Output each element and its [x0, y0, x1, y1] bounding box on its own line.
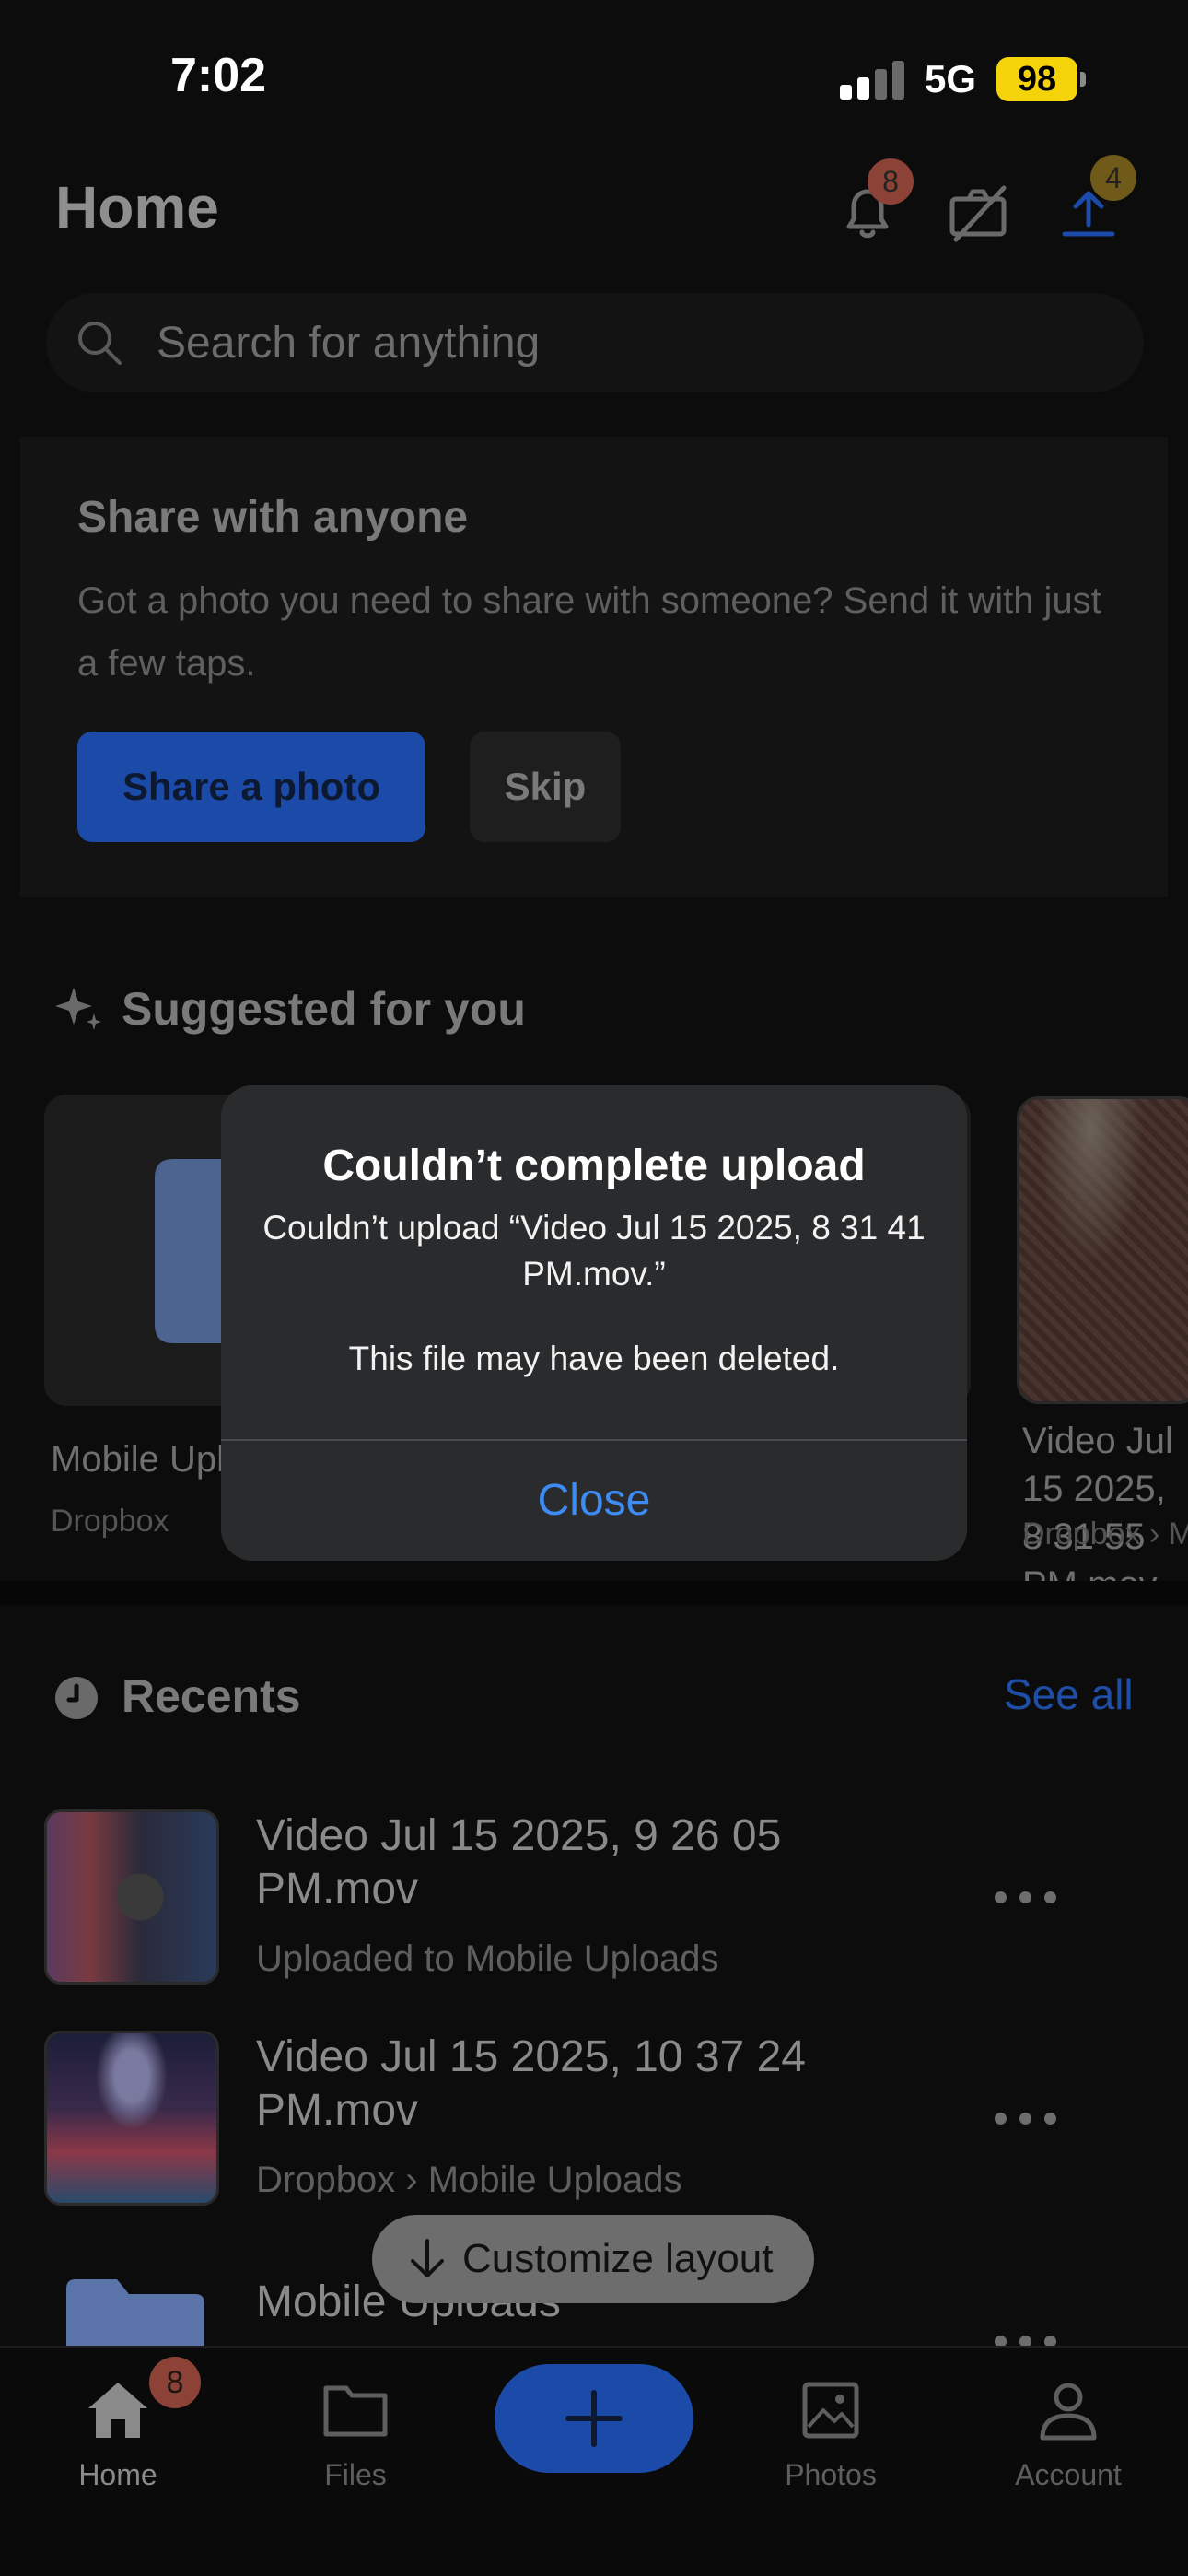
- share-photo-button[interactable]: Share a photo: [77, 732, 425, 842]
- dialog-close-button[interactable]: Close: [221, 1441, 967, 1561]
- more-options-button[interactable]: [995, 2322, 1059, 2346]
- cellular-signal-icon: [840, 61, 906, 100]
- share-card: Share with anyone Got a photo you need t…: [20, 437, 1168, 897]
- camera-off-icon: [949, 185, 1007, 242]
- status-time: 7:02: [170, 49, 267, 102]
- dialog-message: Couldn’t upload “Video Jul 15 2025, 8 31…: [262, 1209, 926, 1293]
- share-card-title: Share with anyone: [77, 493, 469, 542]
- tab-photos[interactable]: Photos: [739, 2366, 923, 2504]
- video-thumbnail: [44, 2031, 219, 2206]
- clock-icon: [55, 1677, 98, 1719]
- recent-item[interactable]: Video Jul 15 2025, 9 26 05 PM.mov Upload…: [0, 1809, 1188, 2003]
- home-icon: [88, 2383, 147, 2438]
- create-button[interactable]: [495, 2364, 693, 2473]
- more-options-button[interactable]: [995, 1878, 1059, 1914]
- recent-item-subtitle: Uploaded to Mobile Uploads: [256, 1938, 719, 1979]
- suggested-item-name: Mobile Uploads: [51, 1439, 226, 1480]
- notifications-badge: 8: [868, 158, 914, 205]
- section-divider: [0, 1581, 1188, 1605]
- account-icon: [1040, 2383, 1097, 2441]
- photos-icon: [802, 2382, 859, 2439]
- battery-icon: 98: [996, 57, 1077, 101]
- search-input[interactable]: [157, 293, 1114, 392]
- search-bar[interactable]: [46, 293, 1144, 392]
- suggested-video-location: Dropbox › Mobile Uploads: [1022, 1516, 1188, 1551]
- see-all-link[interactable]: See all: [1004, 1669, 1134, 1719]
- recent-item[interactable]: Video Jul 15 2025, 10 37 24 PM.mov Dropb…: [0, 2031, 1188, 2224]
- page-title: Home: [55, 174, 219, 240]
- arrow-down-icon: [411, 2239, 444, 2277]
- camera-uploads-off-button[interactable]: [941, 175, 1015, 249]
- network-type: 5G: [925, 57, 977, 100]
- tab-files[interactable]: Files: [263, 2366, 448, 2504]
- suggested-item-location: Dropbox: [51, 1504, 169, 1539]
- dialog-message-detail: This file may have been deleted.: [348, 1340, 840, 1377]
- sparkle-icon: [55, 988, 101, 1030]
- recent-item-name: Video Jul 15 2025, 10 37 24 PM.mov: [256, 2032, 806, 2135]
- video-thumbnail: [1019, 1099, 1188, 1401]
- suggested-card-video[interactable]: [1017, 1096, 1188, 1404]
- home-tab-badge: 8: [149, 2357, 201, 2408]
- customize-layout-label: Customize layout: [462, 2236, 774, 2281]
- suggested-title: Suggested for you: [122, 983, 526, 1035]
- recents-title: Recents: [122, 1670, 301, 1722]
- dialog-title: Couldn’t complete upload: [322, 1142, 866, 1190]
- upload-error-dialog: Couldn’t complete upload Couldn’t upload…: [221, 1085, 967, 1561]
- status-bar: 7:02 5G 98: [0, 0, 1188, 157]
- tab-account-label: Account: [1015, 2458, 1122, 2491]
- share-card-description: Got a photo you need to share with someo…: [77, 580, 1101, 684]
- tab-home-label: Home: [78, 2458, 157, 2491]
- customize-layout-button[interactable]: Customize layout: [372, 2215, 814, 2303]
- plus-icon: [565, 2390, 623, 2447]
- uploads-badge: 4: [1090, 155, 1136, 201]
- skip-button[interactable]: Skip: [470, 732, 621, 842]
- recent-item-name: Video Jul 15 2025, 9 26 05 PM.mov: [256, 1811, 782, 1914]
- search-icon: [78, 322, 122, 365]
- more-options-button[interactable]: [995, 2099, 1059, 2136]
- suggested-video-name: Video Jul 15 2025, 8 31 55 PM.mov: [1022, 1421, 1173, 1605]
- folder-icon: [323, 2385, 388, 2437]
- battery-tip: [1080, 72, 1086, 87]
- recent-item-subtitle: Dropbox › Mobile Uploads: [256, 2160, 682, 2200]
- video-thumbnail: [44, 1809, 219, 1985]
- tab-photos-label: Photos: [785, 2458, 877, 2491]
- tab-files-label: Files: [324, 2458, 387, 2491]
- tab-account[interactable]: Account: [976, 2366, 1160, 2504]
- folder-icon: [66, 2279, 204, 2346]
